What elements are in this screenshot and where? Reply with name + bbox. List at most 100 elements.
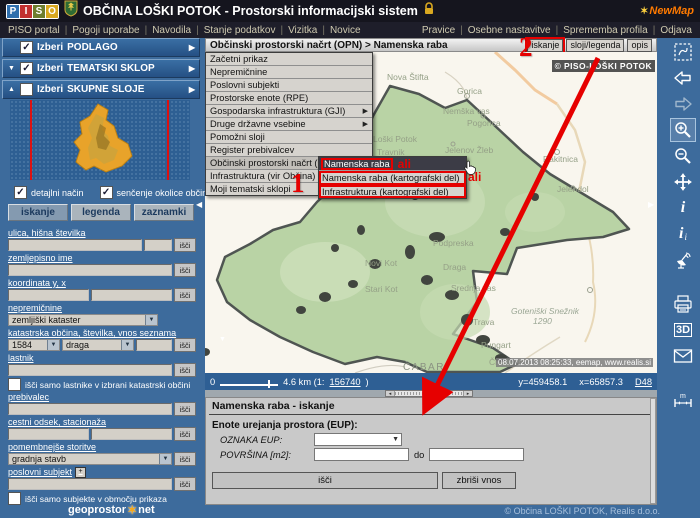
back-arrow-icon[interactable] [670, 66, 696, 90]
menu-item-nepremicnine[interactable]: Nepremičnine [206, 66, 372, 79]
submenu-item-namenska-raba-kartografski[interactable]: Namenska raba (kartografski del) [319, 171, 466, 185]
detail-mode-checkbox[interactable]: ✓ [14, 186, 27, 199]
business-input[interactable] [8, 478, 172, 490]
measure-icon[interactable]: m [670, 388, 696, 412]
scale-value-link[interactable]: 156740 [330, 377, 361, 387]
collapse-up-icon[interactable]: ▲ [7, 86, 16, 93]
nav-piso-portal[interactable]: PISO portal [8, 25, 60, 36]
nav-osebne-nastavitve[interactable]: Osebne nastavitve [455, 25, 550, 36]
collapse-down-icon[interactable]: ▼ [7, 65, 16, 72]
dropdown-arrow-icon[interactable]: ▼ [390, 436, 401, 443]
nav-odjava[interactable]: Odjava [648, 25, 692, 36]
opis-button[interactable]: opis [627, 39, 652, 52]
sloji-legenda-button[interactable]: sloji/legenda [566, 39, 624, 52]
tab-legenda[interactable]: legenda [71, 204, 131, 221]
overview-map[interactable] [10, 100, 190, 180]
nav-sprememba-profila[interactable]: Sprememba profila [551, 25, 648, 36]
nav-vizitka[interactable]: Vizitka [275, 25, 317, 36]
print-icon[interactable] [670, 292, 696, 316]
nav-stanje-podatkov[interactable]: Stanje podatkov [191, 25, 275, 36]
forward-arrow-icon[interactable] [670, 92, 696, 116]
dropdown-arrow-icon[interactable]: ▼ [47, 340, 59, 350]
detail-mode-option[interactable]: ✓ detajlni način [14, 186, 84, 199]
tab-iskanje[interactable]: iskanje [8, 204, 68, 221]
sidebar-collapse-icon[interactable]: ◀ [196, 200, 202, 209]
submenu-item-namenska-raba[interactable]: Namenska raba ali [319, 157, 466, 171]
zoom-in-icon[interactable] [670, 118, 696, 142]
realestate-select[interactable]: zemljiški kataster ▼ [8, 314, 158, 326]
road-station-input[interactable] [91, 428, 172, 440]
scroll-left-icon[interactable]: ◂ [386, 391, 395, 396]
coordinate-y-input[interactable] [8, 289, 89, 301]
threed-view-icon[interactable]: 3D [670, 318, 696, 342]
nav-navodila[interactable]: Navodila [140, 25, 192, 36]
oznaka-eup-select[interactable]: ▼ [314, 433, 402, 446]
newmap-logo[interactable]: ✶NewMap [640, 5, 694, 17]
services-select[interactable]: gradnja stavb ▼ [8, 453, 172, 465]
piso-logo[interactable]: P I S O [6, 4, 59, 19]
owner-filter-checkbox[interactable] [8, 378, 21, 391]
owner-filter-option[interactable]: išči samo lastnike v izbrani katastrski … [8, 379, 196, 390]
road-section-input[interactable] [8, 428, 89, 440]
panel-header-podlago[interactable]: ✓ Izberi PODLAGO ▶ [2, 38, 200, 57]
menu-item-gji[interactable]: Gospodarska infrastruktura (GJI)▶ [206, 105, 372, 118]
shading-checkbox[interactable]: ✓ [100, 186, 113, 199]
house-number-input[interactable] [144, 239, 172, 251]
nav-pogoji-uporabe[interactable]: Pogoji uporabe [60, 25, 140, 36]
povrsina-to-input[interactable] [429, 448, 524, 461]
menu-item-pomozni-sloji[interactable]: Pomožni sloji [206, 131, 372, 144]
map-expand-icon[interactable]: ▶ [648, 200, 654, 209]
resident-input[interactable] [8, 403, 172, 415]
map-viewport[interactable]: Nova Štifta Gorica Nemška vas Pogorica R… [205, 52, 657, 373]
business-search-button[interactable]: išči [174, 477, 196, 491]
geoname-search-button[interactable]: išči [174, 263, 196, 277]
nav-novice[interactable]: Novice [317, 25, 360, 36]
panel-header-tematski-sklop[interactable]: ▼ ✓ Izberi TEMATSKI SKLOP ▶ [2, 59, 200, 78]
cadastral-search-button[interactable]: išči [174, 338, 196, 352]
menu-item-zacetni-prikaz[interactable]: Začetni prikaz [206, 53, 372, 66]
cadastral-input[interactable] [136, 339, 172, 351]
coordinate-search-button[interactable]: išči [174, 288, 196, 302]
tab-zaznamki[interactable]: zaznamki [134, 204, 194, 221]
zoom-out-icon[interactable] [670, 144, 696, 168]
road-search-button[interactable]: išči [174, 427, 196, 441]
street-search-button[interactable]: išči [174, 238, 196, 252]
podlago-checkbox[interactable]: ✓ [20, 41, 33, 54]
shading-option[interactable]: ✓ senčenje okolice občine [100, 186, 213, 199]
business-info-icon[interactable]: + [75, 467, 86, 478]
scroll-right-icon[interactable]: ▸ [463, 391, 472, 396]
cadastral-number-select[interactable]: 1584 ▼ [8, 339, 60, 351]
coordinate-x-input[interactable] [91, 289, 172, 301]
panel-vertical-scrollbar[interactable] [650, 398, 656, 504]
resident-search-button[interactable]: išči [174, 402, 196, 416]
submenu-item-infrastruktura-kartografski[interactable]: Infrastruktura (kartografski del) [319, 185, 466, 198]
statusbar-collapse-icon[interactable]: ▼ [219, 336, 226, 343]
info-icon[interactable]: i [670, 196, 696, 220]
gps-icon[interactable] [670, 248, 696, 272]
panel-header-skupne-sloje[interactable]: ▲ Izberi SKUPNE SLOJE ▶ [2, 80, 200, 99]
menu-item-poslovni-subjekti[interactable]: Poslovni subjekti [206, 79, 372, 92]
cadastral-name-select[interactable]: draga ▼ [62, 339, 134, 351]
geoprostor-logo[interactable]: geoprostor ✶ net [68, 503, 155, 517]
owner-input[interactable] [8, 364, 172, 376]
full-extent-icon[interactable] [670, 40, 696, 64]
owner-search-button[interactable]: išči [174, 363, 196, 377]
skupne-checkbox[interactable] [20, 83, 33, 96]
dropdown-arrow-icon[interactable]: ▼ [145, 315, 157, 325]
business-filter-checkbox[interactable] [8, 492, 21, 505]
dropdown-arrow-icon[interactable]: ▼ [121, 340, 133, 350]
nav-pravice[interactable]: Pravice [422, 25, 455, 36]
panel-search-button[interactable]: išči [212, 472, 438, 489]
panel-resize-scrollbar[interactable]: ◂ ▸ [385, 390, 473, 397]
street-input[interactable] [8, 239, 142, 251]
info-advanced-icon[interactable]: ii [670, 222, 696, 246]
geoname-input[interactable] [8, 264, 172, 276]
pan-icon[interactable] [670, 170, 696, 194]
dropdown-arrow-icon[interactable]: ▼ [159, 454, 171, 464]
datum-link[interactable]: D48 [635, 377, 652, 387]
services-search-button[interactable]: išči [174, 452, 196, 466]
panel-clear-button[interactable]: zbriši vnos [442, 472, 516, 489]
tematski-checkbox[interactable]: ✓ [20, 62, 33, 75]
povrsina-from-input[interactable] [314, 448, 409, 461]
mail-icon[interactable] [670, 344, 696, 368]
